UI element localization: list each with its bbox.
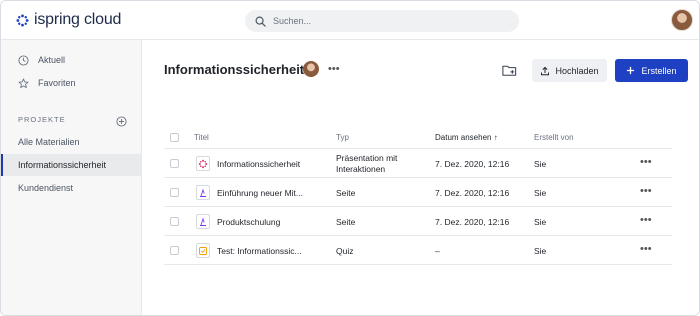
- sidebar-project-alle-materialien[interactable]: Alle Materialien: [1, 131, 141, 153]
- upload-label: Hochladen: [555, 65, 599, 76]
- sidebar-item-label: Alle Materialien: [18, 137, 80, 147]
- sidebar-item-aktuell[interactable]: Aktuell: [1, 49, 141, 71]
- row-created-by: Sie: [534, 159, 547, 169]
- search-icon: [255, 16, 266, 27]
- sidebar-item-label: Kundendienst: [18, 183, 74, 193]
- row-created-by: Sie: [534, 188, 547, 198]
- sidebar-item-label: Favoriten: [38, 78, 76, 88]
- page-title: Informationssicherheit: [164, 62, 305, 77]
- presentation-icon: [196, 156, 210, 171]
- new-folder-button[interactable]: [501, 62, 518, 79]
- row-checkbox[interactable]: [170, 188, 179, 197]
- row-checkbox[interactable]: [170, 217, 179, 226]
- row-checkbox[interactable]: [170, 246, 179, 255]
- folder-plus-icon: [502, 65, 517, 76]
- row-more-icon[interactable]: •••: [640, 214, 652, 226]
- row-created-by: Sie: [534, 246, 547, 256]
- sidebar-item-favoriten[interactable]: Favoriten: [1, 72, 141, 94]
- row-type: Seite: [336, 217, 356, 227]
- top-header: ispring cloud: [1, 1, 699, 40]
- row-date: 7. Dez. 2020, 12:16: [435, 188, 510, 198]
- search-input[interactable]: [273, 16, 493, 26]
- star-icon: [18, 78, 29, 89]
- row-name[interactable]: Produktschulung: [217, 217, 280, 227]
- row-checkbox[interactable]: [170, 159, 179, 168]
- sidebar-item-label: Aktuell: [38, 55, 66, 65]
- more-options-icon[interactable]: •••: [328, 63, 340, 75]
- column-type[interactable]: Typ: [336, 133, 349, 142]
- column-title[interactable]: Titel: [194, 133, 209, 142]
- table-row[interactable]: Informationssicherheit Präsentation mit …: [164, 149, 672, 178]
- sidebar-project-informationssicherheit[interactable]: Informationssicherheit: [1, 154, 141, 176]
- user-avatar[interactable]: [671, 9, 693, 31]
- logo-text: ispring cloud: [34, 11, 122, 28]
- column-date[interactable]: Datum ansehen ↑: [435, 133, 498, 142]
- row-name[interactable]: Test: Informationssic...: [217, 246, 302, 256]
- table-row[interactable]: Einführung neuer Mit... Seite 7. Dez. 20…: [164, 178, 672, 207]
- create-button[interactable]: Erstellen: [615, 59, 688, 82]
- row-type: Seite: [336, 188, 356, 198]
- owner-avatar[interactable]: [303, 61, 319, 77]
- table-row[interactable]: Produktschulung Seite 7. Dez. 2020, 12:1…: [164, 207, 672, 236]
- column-created-by[interactable]: Erstellt von: [534, 133, 574, 142]
- logo[interactable]: ispring cloud: [16, 11, 121, 29]
- projects-heading: PROJEKTE: [18, 115, 66, 124]
- sort-arrow-icon: ↑: [493, 133, 498, 142]
- page-icon: [196, 214, 210, 229]
- sidebar-item-label: Informationssicherheit: [18, 160, 107, 170]
- app-window: ispring cloud Aktuell Favoriten PROJEKTE: [0, 0, 700, 316]
- row-date: 7. Dez. 2020, 12:16: [435, 159, 510, 169]
- row-more-icon[interactable]: •••: [640, 156, 652, 168]
- row-type: Quiz: [336, 246, 354, 256]
- sidebar: Aktuell Favoriten PROJEKTE Alle Material…: [1, 40, 142, 315]
- create-label: Erstellen: [641, 65, 677, 76]
- search-bar[interactable]: [245, 10, 519, 32]
- table-header: Titel Typ Datum ansehen ↑ Erstellt von: [164, 127, 672, 149]
- page-icon: [196, 185, 210, 200]
- select-all-checkbox[interactable]: [170, 133, 179, 142]
- add-project-icon[interactable]: [116, 114, 127, 127]
- quiz-icon: [196, 243, 210, 258]
- materials-table: Titel Typ Datum ansehen ↑ Erstellt von I…: [164, 127, 672, 265]
- row-created-by: Sie: [534, 217, 547, 227]
- upload-icon: [541, 66, 550, 75]
- clock-icon: [18, 54, 29, 66]
- row-more-icon[interactable]: •••: [640, 243, 652, 255]
- row-name[interactable]: Einführung neuer Mit...: [217, 188, 303, 198]
- row-date: –: [435, 246, 440, 256]
- ispring-logo-icon: [16, 13, 29, 27]
- row-more-icon[interactable]: •••: [640, 185, 652, 197]
- sidebar-project-kundendienst[interactable]: Kundendienst: [1, 177, 141, 199]
- column-date-label: Datum ansehen: [435, 133, 492, 142]
- plus-icon: [627, 66, 635, 75]
- row-name[interactable]: Informationssicherheit: [217, 159, 300, 169]
- upload-button[interactable]: Hochladen: [532, 59, 607, 82]
- row-date: 7. Dez. 2020, 12:16: [435, 217, 510, 227]
- table-row[interactable]: Test: Informationssic... Quiz – Sie •••: [164, 236, 672, 265]
- row-type: Präsentation mit Interaktionen: [336, 153, 398, 174]
